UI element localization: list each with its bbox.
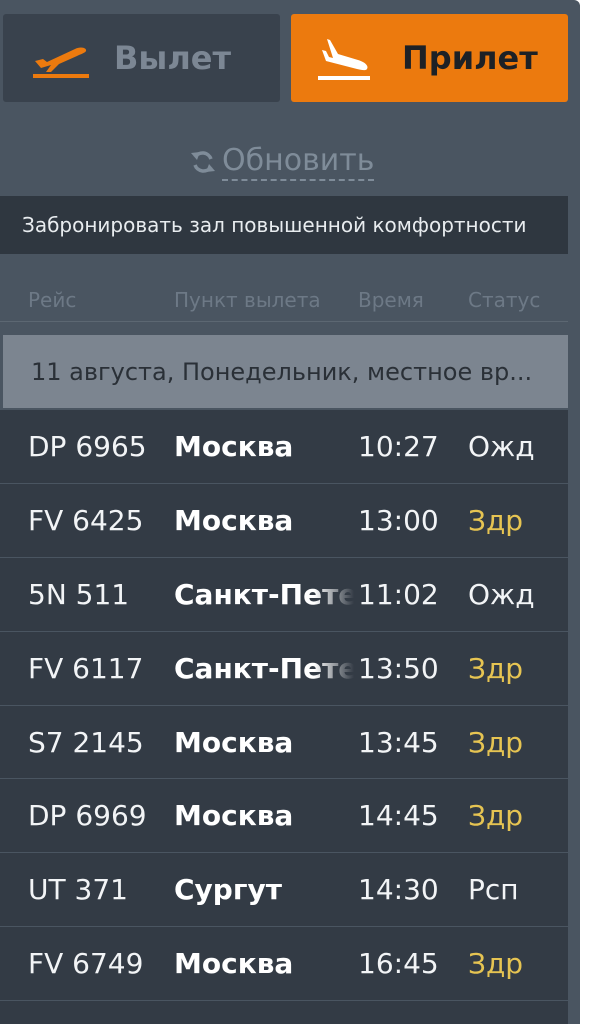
arrival-time: 11:02: [358, 577, 439, 611]
column-header-status: Статус: [468, 288, 541, 312]
refresh-icon: [191, 151, 215, 173]
plane-takeoff-icon: [33, 47, 89, 78]
plane-landing-icon: [318, 38, 370, 80]
origin-city: Москва: [174, 430, 294, 463]
lounge-booking-link[interactable]: Забронировать зал повышенной комфортност…: [0, 196, 568, 254]
table-row[interactable]: S7 2145 Москва 13:45 Здр: [0, 705, 568, 780]
flight-number: DP 6969: [28, 799, 147, 833]
tab-departures-label: Вылет: [114, 39, 232, 77]
origin-city: Москва: [174, 947, 294, 981]
flights-list: DP 6965 Москва 10:27 Ожд FV 6425 Москва …: [0, 410, 568, 1024]
table-row[interactable]: FV 6425 Москва 13:00 Здр: [0, 483, 568, 558]
arrival-time: 14:45: [358, 799, 439, 833]
flight-number: FV 6117: [28, 651, 144, 685]
origin-city: Санкт-Пете: [174, 577, 354, 611]
origin-city: Санкт-Пете: [174, 651, 354, 685]
origin-city: Москва: [174, 799, 294, 833]
column-header-origin: Пункт вылета: [174, 288, 321, 312]
flight-number: UT 371: [28, 873, 128, 907]
tab-arrivals[interactable]: Прилет: [291, 14, 568, 102]
table-row[interactable]: FV 6117 Санкт-Пете 13:50 Здр: [0, 631, 568, 706]
refresh-button[interactable]: Обновить: [190, 140, 410, 184]
column-header-time: Время: [358, 288, 424, 312]
flight-status: Здр: [468, 503, 524, 537]
arrival-time: 14:30: [358, 873, 439, 907]
table-row[interactable]: UT 371 Сургут 14:30 Рсп: [0, 853, 568, 928]
arrival-time: 10:27: [358, 430, 439, 463]
tab-departures[interactable]: Вылет: [3, 14, 280, 102]
flight-number: FV 6749: [28, 947, 144, 981]
table-row[interactable]: DP 6969 Москва 14:45 Здр: [0, 779, 568, 854]
flight-status: Здр: [468, 725, 524, 759]
tab-arrivals-label: Прилет: [402, 39, 538, 77]
arrival-time: 13:50: [358, 651, 439, 685]
origin-city: Москва: [174, 725, 294, 759]
flight-status: Рсп: [468, 873, 519, 907]
flight-number: DP 6965: [28, 430, 147, 463]
table-row[interactable]: FV 6749 Москва 16:45 Здр: [0, 927, 568, 1002]
refresh-label: Обновить: [222, 143, 375, 181]
date-header: 11 августа, Понедельник, местное вр...: [3, 335, 568, 408]
flight-number: FV 6425: [28, 503, 144, 537]
flight-status: Здр: [468, 799, 524, 833]
flight-status: Здр: [468, 947, 524, 981]
flight-number: 5N 511: [28, 577, 130, 611]
column-header-flight: Рейс: [28, 288, 77, 312]
origin-city: Сургут: [174, 873, 282, 907]
header-divider: [0, 321, 568, 322]
arrival-time: 13:45: [358, 725, 439, 759]
flight-status: Ожд: [468, 430, 535, 463]
flight-status: Здр: [468, 651, 524, 685]
table-row[interactable]: [0, 1001, 568, 1024]
arrival-time: 13:00: [358, 503, 439, 537]
flight-number: S7 2145: [28, 725, 144, 759]
flight-board-panel: Вылет Прилет Обновить Забронировать зал …: [0, 0, 580, 1024]
table-row[interactable]: DP 6965 Москва 10:27 Ожд: [0, 410, 568, 484]
arrival-time: 16:45: [358, 947, 439, 981]
origin-city: Москва: [174, 503, 294, 537]
flight-status: Ожд: [468, 577, 535, 611]
table-row[interactable]: 5N 511 Санкт-Пете 11:02 Ожд: [0, 557, 568, 632]
